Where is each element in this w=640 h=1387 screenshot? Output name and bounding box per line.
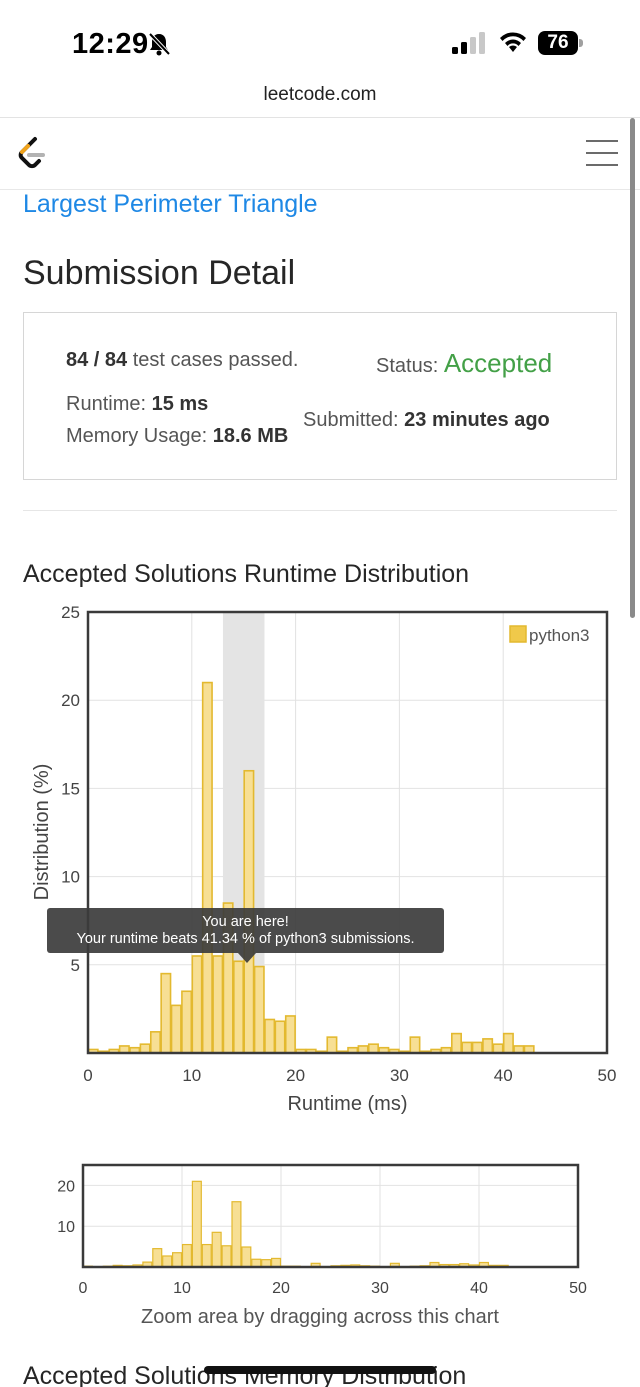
submitted-label: Submitted: [303,409,399,431]
histogram-bar[interactable] [170,1004,182,1054]
tooltip-body: Your runtime beats 41.34 % of python3 su… [76,931,415,947]
y-tick-label: 25 [61,603,80,622]
histogram-bar[interactable] [181,990,193,1054]
histogram-bar[interactable] [201,1243,212,1268]
y-tick-label: 10 [61,868,80,887]
y-tick-label: 20 [57,1178,75,1195]
cellular-signal-icon [452,32,485,54]
legend-label[interactable]: python3 [529,626,590,645]
histogram-bar[interactable] [409,1036,421,1054]
status-bar: 12:29 76 [0,0,640,82]
status-row: Status: Accepted [376,348,552,379]
menu-hamburger-icon[interactable] [586,140,618,166]
histogram-bar[interactable] [450,1032,462,1054]
memory-value: 18.6 MB [212,425,289,447]
page-title: Submission Detail [23,254,296,292]
zoom-overview-chart[interactable]: 10 20 0 10 20 30 40 50 Zoom area by dragging acr… [0,1155,640,1335]
runtime-distribution-chart[interactable]: 5 10 15 20 25 0 10 20 30 40 50 Runtime (ms) Distribu… [0,600,640,1130]
x-tick-label: 40 [494,1066,513,1085]
site-header [0,118,640,190]
histogram-bar[interactable] [492,1043,504,1054]
x-tick-label: 10 [182,1066,201,1085]
x-tick-label: 20 [286,1066,305,1085]
histogram-bar[interactable] [212,955,224,1054]
histogram-bar[interactable] [367,1043,379,1054]
status-label: Status: [376,355,439,377]
histogram-bar[interactable] [191,1180,202,1268]
battery-icon: 76 [538,31,584,55]
memory-label: Memory Usage: [66,425,208,447]
x-axis-label: Runtime (ms) [287,1093,407,1115]
wifi-icon [500,32,526,52]
submitted-row: Submitted: 23 minutes ago [303,409,550,432]
zoom-caption: Zoom area by dragging across this chart [141,1306,499,1328]
x-tick-label: 50 [569,1280,587,1297]
x-tick-label: 50 [598,1066,617,1085]
histogram-bar[interactable] [211,1231,222,1268]
histogram-bar[interactable] [201,681,213,1054]
histogram-bar[interactable] [162,1255,173,1268]
home-indicator [204,1366,436,1374]
histogram-bar[interactable] [471,1041,483,1054]
x-tick-label: 20 [272,1280,290,1297]
y-tick-label: 20 [61,691,80,710]
runtime-section-title: Accepted Solutions Runtime Distribution [23,560,470,588]
histogram-bar[interactable] [191,955,203,1054]
page-scrollbar[interactable] [630,118,635,618]
histogram-bar[interactable] [274,1020,286,1054]
histogram-bar[interactable] [461,1041,473,1054]
histogram-bar[interactable] [221,1245,232,1268]
x-tick-label: 0 [79,1280,88,1297]
runtime-row: Runtime: 15 ms [66,393,208,416]
leetcode-logo-icon[interactable] [16,136,48,172]
test-cases-summary: 84 / 84 test cases passed. [66,349,298,372]
runtime-value: 15 ms [151,393,209,415]
section-divider [23,510,617,511]
x-tick-label: 40 [470,1280,488,1297]
runtime-tooltip: You are here! Your runtime beats 41.34 %… [47,908,444,953]
histogram-bar[interactable] [172,1252,183,1268]
y-tick-label: 15 [61,779,80,798]
test-cases-suffix: test cases passed. [127,349,299,371]
histogram-bar[interactable] [152,1248,163,1268]
submitted-value: 23 minutes ago [404,409,550,431]
clock: 12:29 [72,28,149,60]
histogram-bar[interactable] [284,1015,296,1054]
submission-detail-card: 84 / 84 test cases passed. Status: Accep… [23,312,617,480]
histogram-bar[interactable] [160,972,172,1054]
runtime-label: Runtime: [66,393,147,415]
y-tick-label: 5 [71,956,80,975]
x-tick-label: 30 [390,1066,409,1085]
histogram-bar[interactable] [231,1201,242,1268]
histogram-bar[interactable] [482,1038,494,1054]
battery-level: 76 [547,32,569,53]
histogram-bar[interactable] [233,960,245,1054]
test-cases-count: 84 / 84 [66,349,128,371]
histogram-bar[interactable] [264,1018,276,1054]
tooltip-arrow [238,953,256,963]
problem-title-link[interactable]: Largest Perimeter Triangle [23,190,318,219]
histogram-bar[interactable] [326,1036,338,1054]
status-badge[interactable]: Accepted [444,348,552,378]
histogram-bar[interactable] [241,1246,252,1268]
legend-swatch[interactable] [509,625,527,643]
x-tick-label: 10 [173,1280,191,1297]
bell-muted-icon [148,32,170,56]
histogram-bar[interactable] [502,1032,514,1054]
histogram-bar[interactable] [149,1031,161,1054]
x-tick-label: 0 [83,1066,92,1085]
histogram-bar[interactable] [139,1043,151,1054]
y-tick-label: 10 [57,1219,75,1236]
x-tick-label: 30 [371,1280,389,1297]
address-bar[interactable]: leetcode.com [0,84,640,106]
histogram-bar[interactable] [253,965,265,1054]
y-axis-label: Distribution (%) [31,764,53,901]
memory-row: Memory Usage: 18.6 MB [66,425,288,448]
histogram-bar[interactable] [271,1257,282,1268]
tooltip-title: You are here! [202,914,289,930]
histogram-bar[interactable] [181,1243,192,1268]
